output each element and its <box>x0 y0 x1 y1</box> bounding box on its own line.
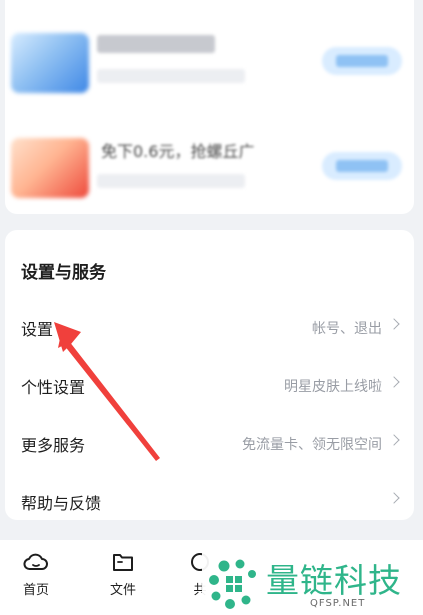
promo-action-button[interactable] <box>322 47 402 75</box>
menu-item-help-feedback[interactable]: 帮助与反馈 <box>5 476 414 526</box>
tab-home[interactable]: 首页 <box>6 550 66 598</box>
tab-files[interactable]: 文件 <box>93 550 153 598</box>
cloud-icon <box>23 553 48 570</box>
watermark-text: 量链科技 <box>266 561 402 600</box>
promo-card: 免下0.6元，抢螺丘广 <box>5 0 414 214</box>
promo-item[interactable]: 免下0.6元，抢螺丘广 <box>5 130 414 210</box>
menu-item-hint: 明星皮肤上线啦 <box>284 379 382 395</box>
promo-title: 免下0.6元，抢螺丘广 <box>101 142 255 161</box>
chevron-right-icon <box>388 434 400 446</box>
promo-thumbnail <box>11 33 89 93</box>
settings-services-card: 设置与服务 设置 帐号、退出 个性设置 明星皮肤上线啦 更多服务 免流量卡、领无… <box>5 230 414 520</box>
section-title: 设置与服务 <box>21 263 106 283</box>
menu-item-personalization[interactable]: 个性设置 明星皮肤上线啦 <box>5 360 414 410</box>
promo-title-blurred <box>97 35 215 53</box>
promo-subtitle-blurred <box>97 69 245 83</box>
menu-item-label: 设置 <box>21 320 54 339</box>
watermark-logo-icon <box>209 559 256 609</box>
folder-icon <box>113 554 133 571</box>
menu-item-settings[interactable]: 设置 帐号、退出 <box>5 302 414 352</box>
menu-item-label: 个性设置 <box>21 378 86 397</box>
menu-item-more-services[interactable]: 更多服务 免流量卡、领无限空间 <box>5 418 414 468</box>
tab-label: 文件 <box>109 583 136 598</box>
menu-item-hint: 免流量卡、领无限空间 <box>242 437 382 453</box>
promo-subtitle-blurred <box>97 174 245 188</box>
menu-item-label: 更多服务 <box>21 436 86 455</box>
chevron-right-icon <box>388 376 400 388</box>
menu-item-label: 帮助与反馈 <box>21 494 102 513</box>
chevron-right-icon <box>388 492 400 504</box>
chevron-right-icon <box>388 318 400 330</box>
watermark: 量链科技 QFSP.NET <box>202 552 420 613</box>
watermark-url: QFSP.NET <box>310 598 366 609</box>
tab-label: 首页 <box>22 583 49 598</box>
promo-action-button[interactable] <box>322 152 402 180</box>
menu-item-hint: 帐号、退出 <box>312 321 382 337</box>
promo-thumbnail <box>11 138 89 198</box>
promo-item[interactable] <box>5 25 414 105</box>
